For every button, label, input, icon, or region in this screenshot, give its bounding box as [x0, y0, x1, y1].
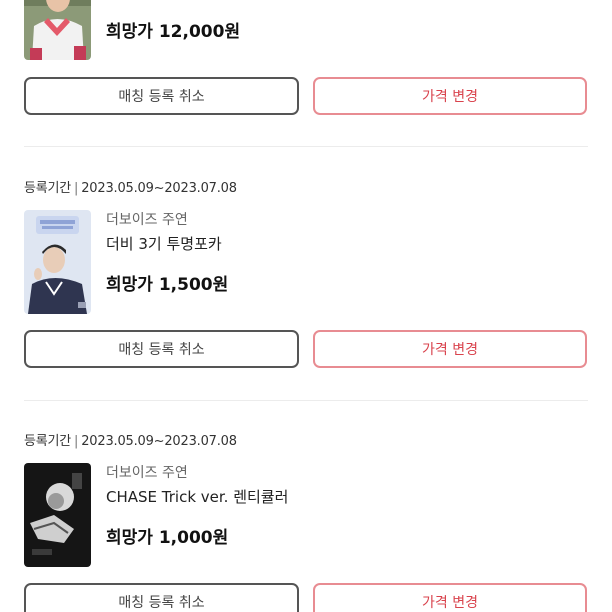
divider	[24, 400, 588, 401]
product-image[interactable]	[24, 0, 91, 60]
cancel-matching-button[interactable]: 매칭 등록 취소	[24, 330, 299, 368]
list-item: 희망가 12,000원 매칭 등록 취소 가격 변경	[0, 0, 612, 146]
photocard-image	[24, 210, 91, 314]
matching-list: 희망가 12,000원 매칭 등록 취소 가격 변경 등록기간 | 2023.05.…	[0, 0, 612, 612]
seller-label: 더보이즈 주연	[106, 465, 188, 481]
change-price-button[interactable]: 가격 변경	[313, 330, 587, 368]
period-separator: |	[74, 434, 79, 449]
cancel-matching-button[interactable]: 매칭 등록 취소	[24, 77, 299, 115]
period-label: 등록기간	[24, 181, 72, 196]
period-separator: |	[74, 181, 79, 196]
price-label: 희망가 1,000원	[106, 528, 229, 548]
cancel-matching-button[interactable]: 매칭 등록 취소	[24, 583, 299, 612]
registration-period: 등록기간 | 2023.05.09~2023.07.08	[24, 430, 237, 449]
change-price-button[interactable]: 가격 변경	[313, 77, 587, 115]
product-name: CHASE Trick ver. 렌티큘러	[106, 488, 289, 506]
price-label: 희망가 12,000원	[106, 22, 241, 42]
product-name: 더비 3기 투명포카	[106, 235, 222, 253]
seller-label: 더보이즈 주연	[106, 212, 188, 228]
product-image[interactable]	[24, 463, 91, 567]
change-price-button[interactable]: 가격 변경	[313, 583, 587, 612]
price-label: 희망가 1,500원	[106, 275, 229, 295]
photocard-image	[24, 0, 91, 60]
list-item: 등록기간 | 2023.05.09~2023.07.08 더보이즈 주연 CHASE…	[0, 428, 612, 612]
period-range: 2023.05.09~2023.07.08	[81, 181, 237, 196]
product-image[interactable]	[24, 210, 91, 314]
period-range: 2023.05.09~2023.07.08	[81, 434, 237, 449]
divider	[24, 146, 588, 147]
list-item: 등록기간 | 2023.05.09~2023.07.08 더보이즈 주연 더비 3기…	[0, 175, 612, 400]
photocard-image	[24, 463, 91, 567]
period-label: 등록기간	[24, 434, 72, 449]
registration-period: 등록기간 | 2023.05.09~2023.07.08	[24, 177, 237, 196]
